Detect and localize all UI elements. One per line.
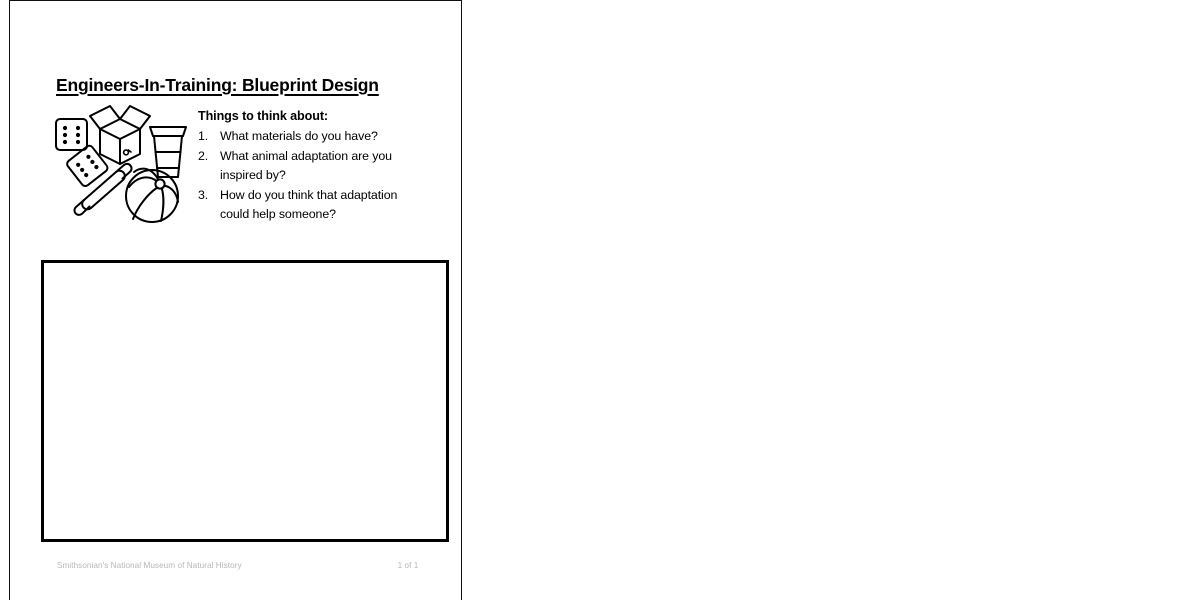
prompt-item: 1. What materials do you have?	[198, 127, 413, 147]
prompt-item-text: What materials do you have?	[220, 129, 378, 143]
page-footer: Smithsonian's National Museum of Natural…	[57, 561, 427, 575]
prompt-item-number: 3.	[198, 187, 209, 202]
page-title: Engineers-In-Training: Blueprint Design	[56, 74, 379, 95]
beach-ball-icon	[125, 167, 179, 223]
prompt-item: 2. What animal adaptation are you inspir…	[198, 147, 413, 186]
footer-pagination: 1 of 1	[397, 561, 419, 570]
prompt-item-text: How do you think that adaptation could h…	[220, 187, 398, 222]
die-icon	[55, 118, 88, 151]
materials-illustration	[48, 94, 192, 234]
prompt-item-number: 2.	[198, 148, 209, 163]
prompt-item-number: 1.	[198, 129, 209, 143]
prompt-heading: Things to think about:	[198, 109, 329, 123]
footer-credit: Smithsonian's National Museum of Natural…	[57, 561, 242, 570]
blueprint-drawing-box[interactable]	[41, 260, 449, 542]
worksheet-page: Engineers-In-Training: Blueprint Design	[9, 0, 462, 600]
prompt-block: Things to think about: 1. What materials…	[198, 109, 413, 225]
prompt-item: 3. How do you think that adaptation coul…	[198, 186, 413, 225]
prompt-item-text: What animal adaptation are you inspired …	[220, 148, 392, 183]
